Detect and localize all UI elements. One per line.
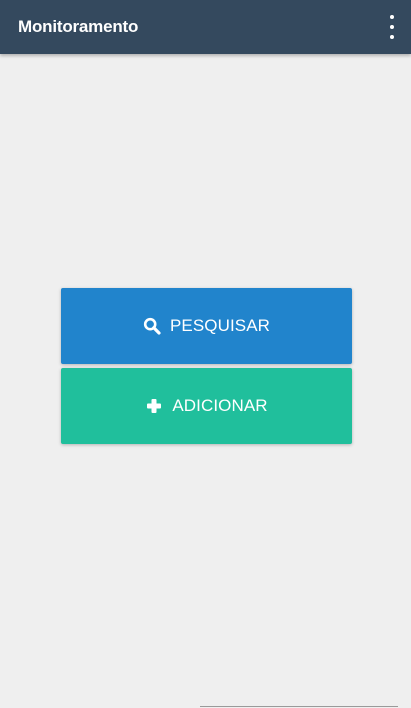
app-title: Monitoramento bbox=[18, 17, 139, 36]
add-button[interactable]: ADICIONAR bbox=[61, 368, 352, 444]
menu-dot bbox=[390, 35, 394, 39]
app-bar: Monitoramento bbox=[0, 0, 411, 54]
more-vert-icon[interactable] bbox=[386, 15, 398, 39]
search-button-label: PESQUISAR bbox=[169, 316, 271, 335]
bottom-divider bbox=[200, 706, 398, 707]
menu-dot bbox=[390, 25, 394, 29]
search-button[interactable]: PESQUISAR bbox=[61, 288, 352, 364]
menu-dot bbox=[390, 15, 394, 19]
add-button-label: ADICIONAR bbox=[172, 396, 268, 415]
search-icon bbox=[143, 317, 161, 335]
plus-icon bbox=[145, 397, 163, 415]
